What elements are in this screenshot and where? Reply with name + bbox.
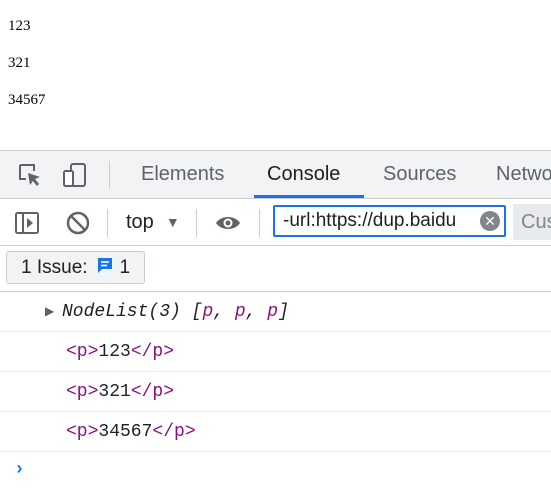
context-selector[interactable]: top ▼ xyxy=(126,199,180,245)
issues-count: 1 xyxy=(119,256,131,278)
element-text: 321 xyxy=(98,382,131,402)
open-tag: <p> xyxy=(66,342,99,362)
nodelist-summary[interactable]: NodeList(3) [p, p, p] xyxy=(62,292,289,332)
toolbar-divider xyxy=(109,161,110,189)
nodelist-suffix: ] xyxy=(278,302,289,322)
custom-levels-dropdown[interactable]: Cus xyxy=(513,204,551,240)
issues-button[interactable]: 1 Issue: 1 xyxy=(6,251,146,284)
paragraph-1: 123 xyxy=(8,18,31,34)
paragraph-3: 34567 xyxy=(8,92,46,108)
open-tag: <p> xyxy=(66,422,99,442)
close-tag: </p> xyxy=(130,382,175,402)
nodelist-prefix: NodeList(3) [ xyxy=(62,302,203,322)
console-element-row[interactable]: <p>123</p> xyxy=(0,332,551,372)
devtools-panel: Elements Console Sources Netwo top ▼ -ur… xyxy=(0,150,551,487)
issues-label: 1 Issue: xyxy=(21,256,88,278)
device-toolbar-icon[interactable] xyxy=(61,161,89,189)
devtools-tab-bar: Elements Console Sources Netwo xyxy=(0,150,551,199)
console-toolbar: top ▼ ✕ Cus xyxy=(0,199,551,246)
console-prompt-row[interactable]: › xyxy=(0,452,551,490)
tab-elements[interactable]: Elements xyxy=(141,151,224,198)
paragraph-2: 321 xyxy=(8,55,31,71)
nodelist-item: p xyxy=(234,302,246,322)
close-tag: </p> xyxy=(152,422,196,442)
console-log-row[interactable]: ▶ NodeList(3) [p, p, p] xyxy=(0,292,551,332)
tab-console[interactable]: Console xyxy=(267,151,340,198)
console-element-row[interactable]: <p>34567</p> xyxy=(0,412,551,452)
console-prompt-icon: › xyxy=(14,460,25,480)
tab-network[interactable]: Netwo xyxy=(496,151,551,198)
clear-console-icon[interactable] xyxy=(64,209,92,237)
caret-down-icon: ▼ xyxy=(165,214,180,230)
element-node[interactable]: <p>34567</p> xyxy=(66,412,196,452)
nodelist-item: p xyxy=(267,302,279,322)
context-label: top xyxy=(126,210,154,233)
element-node[interactable]: <p>321</p> xyxy=(66,372,174,412)
active-tab-underline xyxy=(254,195,364,198)
clear-filter-icon[interactable]: ✕ xyxy=(480,211,500,231)
filter-input[interactable] xyxy=(275,207,488,235)
filter-box: ✕ xyxy=(273,205,506,237)
toolbar-divider xyxy=(196,209,197,237)
toolbar-divider xyxy=(107,209,108,237)
inspect-element-icon[interactable] xyxy=(16,161,44,189)
issues-bar: 1 Issue: 1 xyxy=(0,246,551,292)
element-text: 123 xyxy=(98,342,131,362)
nodelist-item: p xyxy=(202,302,214,322)
live-expression-eye-icon[interactable] xyxy=(214,209,242,237)
console-messages: ▶ NodeList(3) [p, p, p] <p>123</p> <p>32… xyxy=(0,292,551,490)
open-tag: <p> xyxy=(66,382,99,402)
page-content: 123 321 34567 xyxy=(0,0,551,150)
element-node[interactable]: <p>123</p> xyxy=(66,332,174,372)
show-sidebar-icon[interactable] xyxy=(13,209,41,237)
close-tag: </p> xyxy=(130,342,175,362)
toolbar-divider xyxy=(259,209,260,237)
issue-message-icon xyxy=(96,256,114,280)
console-element-row[interactable]: <p>321</p> xyxy=(0,372,551,412)
element-text: 34567 xyxy=(98,422,153,442)
expand-arrow-icon[interactable]: ▶ xyxy=(45,292,54,332)
tab-sources[interactable]: Sources xyxy=(383,151,456,198)
